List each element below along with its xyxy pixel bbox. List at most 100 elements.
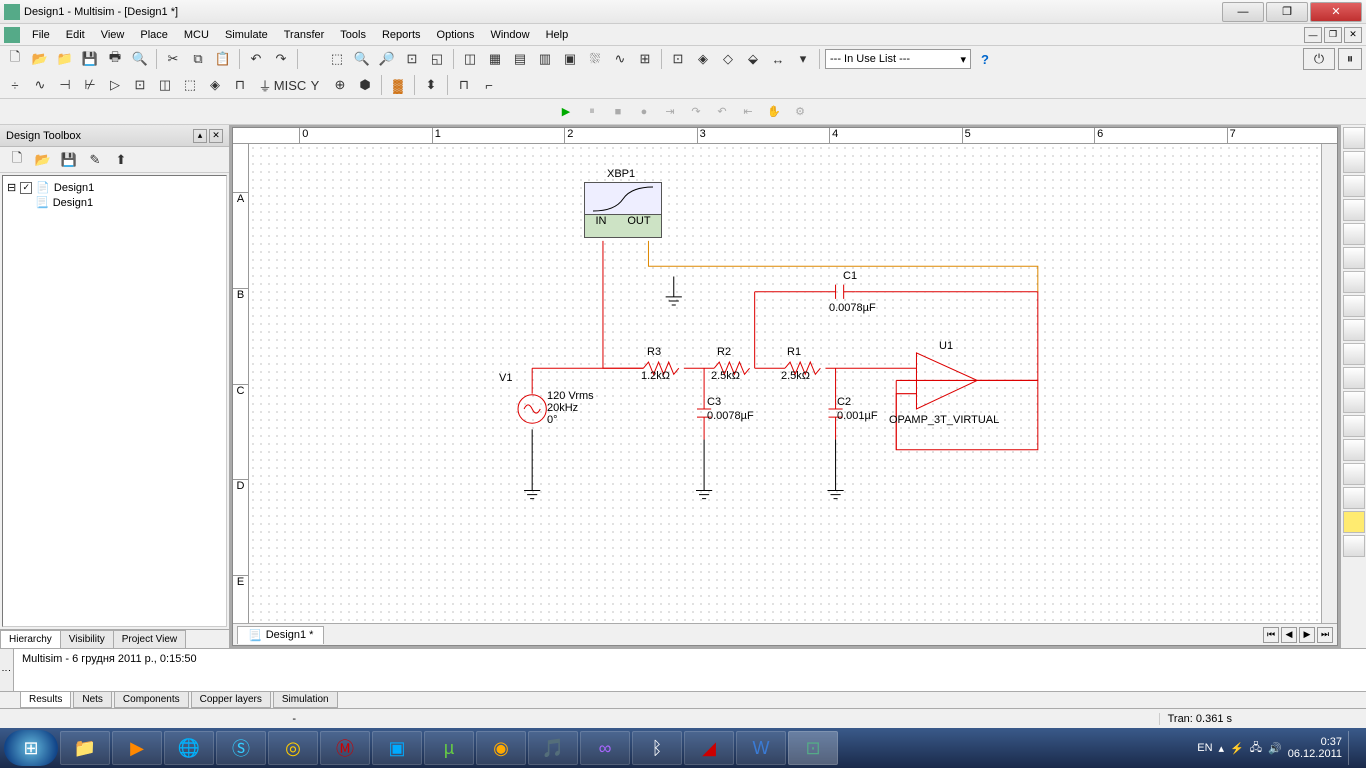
instrument-multimeter-icon[interactable] xyxy=(1343,127,1365,149)
toolbox-pin-icon[interactable]: ▴ xyxy=(193,129,207,143)
tab-scroll-first-icon[interactable]: ⏮ xyxy=(1263,627,1279,643)
menu-mcu[interactable]: MCU xyxy=(176,27,217,43)
instrument-bode-icon[interactable] xyxy=(1343,247,1365,269)
tray-volume-icon[interactable]: 🔊 xyxy=(1268,742,1282,755)
print-icon[interactable]: 🖶 xyxy=(104,48,126,70)
stop-button[interactable]: ■ xyxy=(607,101,629,123)
tool-n-icon[interactable]: ▾ xyxy=(792,48,814,70)
tree-child[interactable]: 📃 Design1 xyxy=(7,195,222,210)
schematic-canvas[interactable]: IN OUT XBP1 V1 120 Vrms 20kHz 0° R3 1.2k… xyxy=(249,144,1321,623)
tab-scroll-next-icon[interactable]: ▶ xyxy=(1299,627,1315,643)
tool-g-icon[interactable]: ∿ xyxy=(609,48,631,70)
tray-network-icon[interactable]: 🖧 xyxy=(1250,739,1262,758)
comp-resistor-icon[interactable]: ∿ xyxy=(29,74,51,96)
paste-icon[interactable]: 📋 xyxy=(212,48,234,70)
tool-b-icon[interactable]: ▦ xyxy=(484,48,506,70)
tab-nets[interactable]: Nets xyxy=(73,692,112,708)
zoom-out-icon[interactable]: 🔎 xyxy=(376,48,398,70)
comp-source-icon[interactable]: ÷ xyxy=(4,74,26,96)
task-app1-icon[interactable]: ◎ xyxy=(268,731,318,765)
help-icon[interactable]: ? xyxy=(974,48,996,70)
probe-icon[interactable]: ⚙ xyxy=(789,101,811,123)
tab-visibility[interactable]: Visibility xyxy=(60,630,114,648)
maximize-button[interactable]: ❐ xyxy=(1266,2,1308,22)
step-out-icon[interactable]: ↶ xyxy=(711,101,733,123)
task-kmp-icon[interactable]: ▣ xyxy=(372,731,422,765)
instrument-wattmeter-icon[interactable] xyxy=(1343,175,1365,197)
hier-icon[interactable]: ⬍ xyxy=(420,74,442,96)
mdi-close[interactable]: ✕ xyxy=(1344,27,1362,43)
tray-clock[interactable]: 0:37 06.12.2011 xyxy=(1288,736,1342,760)
zoom-area-icon[interactable]: ◱ xyxy=(426,48,448,70)
open-icon[interactable]: 📂 xyxy=(29,48,51,70)
comp-electro-icon[interactable]: ⊕ xyxy=(329,74,351,96)
copy-icon[interactable]: ⧉ xyxy=(187,48,209,70)
task-explorer-icon[interactable]: 📁 xyxy=(60,731,110,765)
instrument-wordgen-icon[interactable] xyxy=(1343,295,1365,317)
tool-m-icon[interactable]: ↔ xyxy=(767,48,789,70)
show-desktop-button[interactable] xyxy=(1348,731,1356,765)
task-media-icon[interactable]: ▶ xyxy=(112,731,162,765)
task-chrome-icon[interactable]: 🌐 xyxy=(164,731,214,765)
mdi-restore[interactable]: ❐ xyxy=(1324,27,1342,43)
breakpoint-icon[interactable]: ✋ xyxy=(763,101,785,123)
comp-ttl-icon[interactable]: ⊡ xyxy=(129,74,151,96)
tool-i-icon[interactable]: ⊡ xyxy=(667,48,689,70)
toolbox-new-icon[interactable]: 🗋 xyxy=(6,149,28,171)
design-tree[interactable]: ⊟✓📄 Design1 📃 Design1 xyxy=(2,175,227,627)
save-icon[interactable]: 💾 xyxy=(79,48,101,70)
instrument-logicconv-icon[interactable] xyxy=(1343,343,1365,365)
menu-help[interactable]: Help xyxy=(538,27,577,43)
instrument-xbp1[interactable]: IN OUT xyxy=(584,182,662,238)
comp-rf-icon[interactable]: Y xyxy=(304,74,326,96)
instrument-lab-icon[interactable] xyxy=(1343,535,1365,557)
menu-reports[interactable]: Reports xyxy=(374,27,429,43)
junction-icon[interactable]: ⌐ xyxy=(478,74,500,96)
tab-hierarchy[interactable]: Hierarchy xyxy=(0,630,61,648)
in-use-list-combo[interactable]: --- In Use List --- xyxy=(825,49,971,69)
tab-simulation[interactable]: Simulation xyxy=(273,692,338,708)
instrument-funcgen-icon[interactable] xyxy=(1343,151,1365,173)
zoom-in-icon[interactable]: 🔍 xyxy=(351,48,373,70)
zoom-window-icon[interactable]: ⬚ xyxy=(326,48,348,70)
task-utorrent-icon[interactable]: µ xyxy=(424,731,474,765)
menu-window[interactable]: Window xyxy=(482,27,537,43)
tool-h-icon[interactable]: ⊞ xyxy=(634,48,656,70)
tab-components[interactable]: Components xyxy=(114,692,189,708)
menu-place[interactable]: Place xyxy=(132,27,176,43)
place-bus-icon[interactable]: ▓ xyxy=(387,74,409,96)
tree-root[interactable]: ⊟✓📄 Design1 xyxy=(7,180,222,195)
toolbox-rename-icon[interactable]: ✎ xyxy=(84,149,106,171)
new-icon[interactable]: 🗋 xyxy=(4,48,26,70)
tool-c-icon[interactable]: ▤ xyxy=(509,48,531,70)
comp-cmos-icon[interactable]: ◫ xyxy=(154,74,176,96)
tool-j-icon[interactable]: ◈ xyxy=(692,48,714,70)
instrument-net-icon[interactable] xyxy=(1343,439,1365,461)
pause-button[interactable]: ⏸ xyxy=(581,101,603,123)
switch-pause-icon[interactable]: ⏸ xyxy=(1338,48,1362,70)
task-multisim-icon[interactable]: ⊡ xyxy=(788,731,838,765)
undo-icon[interactable]: ↶ xyxy=(245,48,267,70)
toolbox-save-icon[interactable]: 💾 xyxy=(58,149,80,171)
instrument-spec-icon[interactable] xyxy=(1343,415,1365,437)
tool-k-icon[interactable]: ◇ xyxy=(717,48,739,70)
comp-transistor-icon[interactable]: ⊬ xyxy=(79,74,101,96)
canvas-scrollbar-v[interactable] xyxy=(1321,144,1337,623)
minimize-button[interactable]: — xyxy=(1222,2,1264,22)
record-button[interactable]: ● xyxy=(633,101,655,123)
instrument-freq-icon[interactable] xyxy=(1343,271,1365,293)
comp-mixed-icon[interactable]: ◈ xyxy=(204,74,226,96)
spreadsheet-handle[interactable]: ⋮ xyxy=(0,649,14,691)
instrument-ag-icon[interactable] xyxy=(1343,463,1365,485)
instrument-tek-icon[interactable] xyxy=(1343,487,1365,509)
tab-project-view[interactable]: Project View xyxy=(113,630,186,648)
tray-battery-icon[interactable]: ⚡ xyxy=(1230,742,1244,755)
cut-icon[interactable]: ✂ xyxy=(162,48,184,70)
lang-indicator[interactable]: EN xyxy=(1197,742,1212,754)
comp-ind-icon[interactable]: ⊓ xyxy=(229,74,251,96)
canvas-tab-design1[interactable]: 📃Design1 * xyxy=(237,626,324,644)
task-word-icon[interactable]: W xyxy=(736,731,786,765)
task-app4-icon[interactable]: ◢ xyxy=(684,731,734,765)
start-button[interactable]: ⊞ xyxy=(4,730,58,766)
tray-arrow-icon[interactable]: ▴ xyxy=(1219,742,1225,755)
